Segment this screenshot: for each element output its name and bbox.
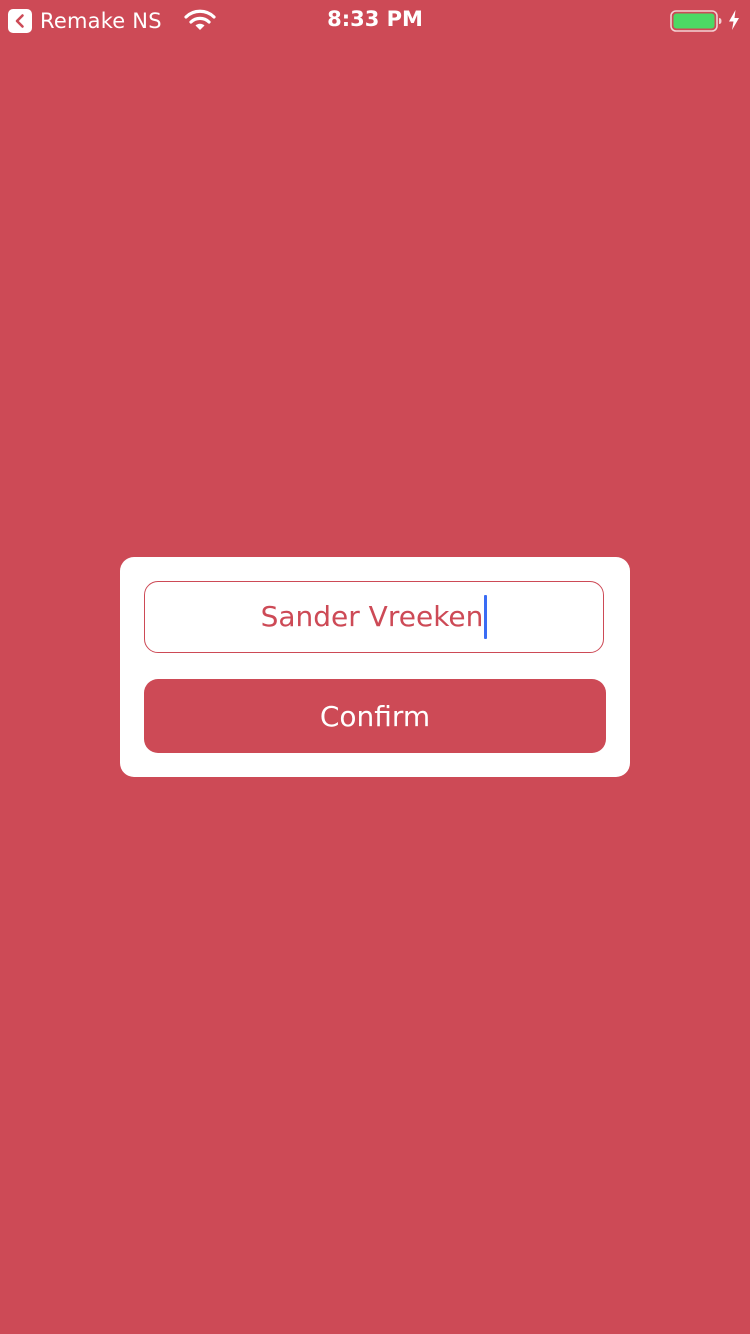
- name-input[interactable]: Sander Vreeken: [144, 581, 604, 653]
- confirm-button-label: Confirm: [319, 699, 431, 733]
- text-cursor: [484, 595, 488, 639]
- confirm-button[interactable]: Confirm: [144, 679, 606, 753]
- name-dialog: Sander Vreeken Confirm: [120, 557, 630, 777]
- battery-icon: [670, 10, 722, 32]
- status-time: 8:33 PM: [327, 7, 423, 31]
- status-bar: Remake NS 8:33 PM: [0, 0, 750, 40]
- name-input-value: Sander Vreeken: [260, 600, 484, 633]
- charging-bolt-icon: [729, 10, 739, 30]
